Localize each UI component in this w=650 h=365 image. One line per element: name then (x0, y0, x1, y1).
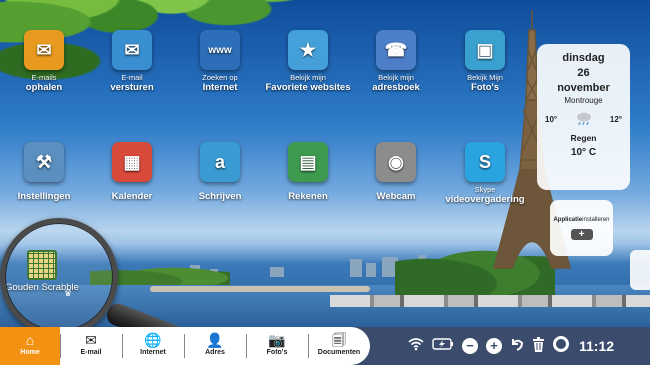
desktop-app-label-top: Zoeken op (202, 73, 238, 82)
contacts-icon: 👤 (206, 332, 224, 348)
documents-icon: 🗐 (332, 332, 346, 348)
home-icon: ⌂ (25, 332, 35, 348)
app-installer-widget[interactable]: Applicatieinstalleren + (550, 200, 613, 256)
calendar-icon: ▦ (112, 142, 152, 182)
tab-label: Internet (140, 349, 166, 356)
desktop-app-label: Kalender (111, 191, 153, 202)
document-icon: a (200, 142, 240, 182)
desktop-app-label-top: Bekijk mijn (378, 73, 414, 82)
desktop-app-rekenen[interactable]: ▤ Rekenen (264, 142, 352, 202)
tab-fotos[interactable]: 📷 Foto's (246, 327, 308, 365)
tab-label: Adres (205, 349, 225, 356)
globe-star-icon: ★ (288, 30, 328, 70)
tab-internet[interactable]: 🌐 Internet (122, 327, 184, 365)
taskbar-tabs: ⌂ Home ✉ E-mail 🌐 Internet 👤 Adres 📷 Foto's 🗐 Docum… (0, 327, 370, 365)
weather-month: november (557, 82, 610, 94)
tab-adres[interactable]: 👤 Adres (184, 327, 246, 365)
system-tray: − + 11:12 (408, 327, 614, 365)
envelope-icon: ✉ (112, 30, 152, 70)
battery-charging-icon[interactable] (432, 338, 454, 354)
desktop-app-email-ophalen[interactable]: ✉ E-mails ophalen (0, 30, 88, 93)
weather-date: 26 (577, 67, 590, 79)
bridge (150, 286, 370, 292)
desktop-app-fotos[interactable]: ▣ Bekijk Mijn Foto's (441, 30, 529, 93)
desktop-app-label: Favoriete websites (265, 82, 351, 93)
magnifier-lens[interactable] (0, 218, 118, 336)
clock-time: 11:12 (579, 338, 615, 354)
trash-icon[interactable] (532, 336, 545, 356)
address-book-icon: ☎ (376, 30, 416, 70)
wifi-icon[interactable] (408, 337, 424, 355)
tab-label: Foto's (266, 349, 288, 356)
photo-icon: ▣ (465, 30, 505, 70)
installer-label-bold: Applicatie (553, 217, 583, 223)
weather-widget[interactable]: dinsdag 26 november Montrouge 10° 12° Re… (537, 44, 630, 190)
tab-documenten[interactable]: 🗐 Documenten (308, 327, 370, 365)
desktop-app-label: Instellingen (17, 191, 71, 202)
desktop-app-label: Rekenen (288, 191, 328, 202)
tab-email[interactable]: ✉ E-mail (60, 327, 122, 365)
desktop-app-label-top: Skype (474, 185, 496, 194)
camera-icon: 📷 (268, 332, 286, 348)
tab-label: Home (20, 349, 40, 356)
desktop-app-label: Webcam (376, 191, 416, 202)
desktop-app-label-top: Bekijk mijn (290, 73, 326, 82)
desktop-app-label-top: E-mail (121, 73, 143, 82)
taskbar: ⌂ Home ✉ E-mail 🌐 Internet 👤 Adres 📷 Foto's 🗐 Docum… (0, 327, 650, 365)
installer-label: installeren (582, 217, 610, 223)
download-mail-icon: ✉ (24, 30, 64, 70)
skype-icon: S (465, 142, 505, 182)
desktop-app-label: ophalen (25, 82, 63, 93)
desktop-app-label: Schrijven (198, 191, 242, 202)
weather-high: 12° (609, 114, 622, 124)
lifebuoy-icon[interactable] (553, 336, 569, 356)
zoom-out-icon[interactable]: − (462, 338, 478, 354)
desktop-app-label: versturen (110, 82, 154, 93)
desktop-app-adresboek[interactable]: ☎ Bekijk mijn adresboek (352, 30, 440, 93)
boats (330, 295, 650, 307)
webcam-icon: ◉ (376, 142, 416, 182)
tab-label: E-mail (80, 349, 102, 356)
spreadsheet-icon: ▤ (288, 142, 328, 182)
desktop-app-email-versturen[interactable]: ✉ E-mail versturen (88, 30, 176, 93)
globe-www-icon: www (200, 30, 240, 70)
weather-city: Montrouge (564, 96, 603, 105)
desktop-app-label-top: Bekijk Mijn (467, 73, 503, 82)
desktop-app-schrijven[interactable]: a Schrijven (176, 142, 264, 202)
desktop-app-instellingen[interactable]: ⚒ Instellingen (0, 142, 88, 202)
desktop-app-kalender[interactable]: ▦ Kalender (88, 142, 176, 202)
desktop-app-label: Foto's (470, 82, 500, 93)
desktop-app-label: Internet (202, 82, 238, 93)
undo-icon[interactable] (510, 337, 524, 355)
envelope-icon: ✉ (85, 332, 97, 348)
weather-low: 10° (545, 114, 558, 124)
desktop-app-label: videovergadering (445, 194, 525, 205)
desktop-app-internet[interactable]: www Zoeken op Internet (176, 30, 264, 93)
weather-current-temp: 10° C (570, 147, 597, 158)
desktop-app-label-top: E-mails (31, 73, 57, 82)
weather-day: dinsdag (562, 52, 605, 64)
desktop-app-label: adresboek (372, 82, 420, 93)
install-add-button[interactable]: + (570, 229, 593, 240)
desktop-app-favorieten[interactable]: ★ Bekijk mijn Favoriete websites (264, 30, 352, 93)
tab-home[interactable]: ⌂ Home (0, 327, 60, 365)
tools-icon: ⚒ (24, 142, 64, 182)
desktop-app-webcam[interactable]: ◉ Webcam (352, 142, 440, 202)
globe-icon: 🌐 (144, 332, 162, 348)
weather-condition: Regen (570, 133, 597, 143)
zoom-in-icon[interactable]: + (486, 338, 502, 354)
side-panel-tab[interactable] (630, 250, 650, 290)
tab-label: Documenten (317, 349, 361, 356)
desktop-app-skype[interactable]: S Skype videovergadering (441, 142, 529, 205)
rain-cloud-icon (576, 112, 591, 126)
